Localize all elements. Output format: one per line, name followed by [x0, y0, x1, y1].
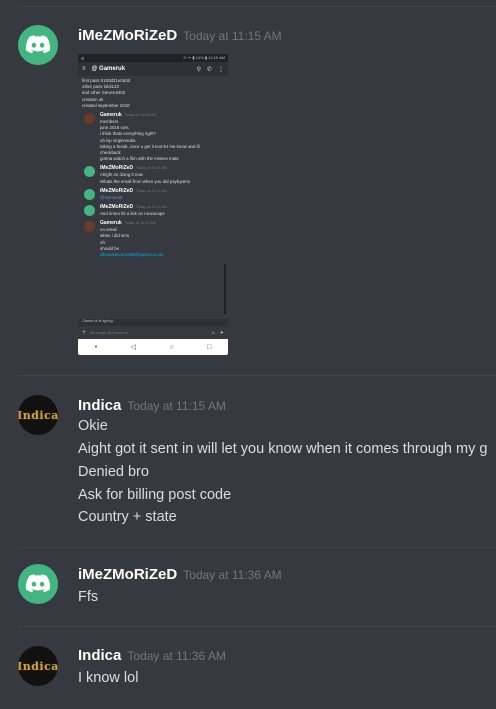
phone-post: iMeZMoRiZeD Today at 11:14 AM And imma hi… [82, 204, 224, 217]
input-placeholder: Message @Gameruk [90, 330, 128, 335]
recents-icon: □ [207, 343, 212, 351]
nav-dot-icon: • [94, 343, 98, 351]
send-icon: ➤ [219, 329, 224, 336]
phone-top-lines: first pass 0100d21e0a3d other pass lolol… [82, 78, 224, 109]
message-text: Aight got it sent in will let you know w… [78, 441, 488, 457]
username[interactable]: Indica [78, 397, 121, 414]
chat-line: created september 2010 [82, 102, 130, 108]
chat-line: And imma hit a lick on runescape [100, 211, 165, 217]
avatar[interactable] [18, 25, 58, 65]
message-header: Indica Today at 11:36 AM [78, 647, 226, 664]
scrollbar [224, 264, 226, 314]
email-link: allsoutsteven1992@yahoo.co.uk [100, 252, 164, 258]
avatar [84, 221, 95, 233]
message-divider [18, 375, 496, 376]
post-author: Gameruk Today at 10:58 AM [100, 112, 157, 119]
post-author: iMeZMoRiZeD Today at 11:14 AM [100, 204, 168, 211]
avatar [84, 188, 95, 200]
channel-name: @ Gameruk [91, 66, 126, 72]
avatar [84, 166, 95, 178]
phone-post: Gameruk Today at 10:58 AM members june 20… [82, 112, 224, 162]
indica-avatar: Indica [18, 408, 58, 422]
search-icon: ⚲ [196, 66, 201, 73]
status-icon: ⊟ [81, 55, 85, 61]
emoji-icon: ☺ [210, 329, 216, 336]
message-divider [18, 547, 496, 548]
phone-call-icon: ✆ [206, 66, 212, 73]
indica-avatar: Indica [18, 659, 58, 673]
top-divider [18, 6, 496, 7]
chat-line: gonna watch a film with the misses mate [100, 156, 179, 162]
plus-icon: + [82, 329, 87, 336]
timestamp: Today at 11:15 AM [183, 29, 282, 43]
home-icon: ○ [169, 343, 174, 351]
discord-logo-icon [25, 574, 51, 593]
username[interactable]: Indica [78, 647, 121, 664]
phone-message-input: + Message @Gameruk ☺ ➤ [78, 325, 228, 339]
phone-post: iMeZMoRiZeD Today at 11:01 AM Alright im … [82, 165, 224, 184]
timestamp: Today at 11:36 AM [127, 649, 226, 663]
more-icon: ⋮ [218, 66, 224, 73]
phone-post: Gameruk Today at 11:14 AM no email when i… [82, 220, 224, 258]
timestamp: Today at 11:36 AM [183, 568, 282, 582]
message-text: I know lol [78, 670, 139, 686]
message-header: iMeZMoRiZeD Today at 11:15 AM [78, 27, 282, 44]
timestamp: Today at 11:15 AM [127, 399, 226, 413]
discord-logo-icon [25, 35, 51, 54]
avatar [84, 205, 95, 217]
username[interactable]: iMeZMoRiZeD [78, 27, 177, 44]
avatar [84, 113, 95, 125]
back-icon: ◁ [130, 344, 136, 351]
message-header: Indica Today at 11:15 AM [78, 397, 226, 414]
post-author: iMeZMoRiZeD Today at 11:14 AM [100, 187, 168, 194]
message-header: iMeZMoRiZeD Today at 11:36 AM [78, 566, 282, 583]
message-text: Okie [78, 418, 108, 434]
mention: @Gameruk [100, 194, 123, 200]
message-divider [18, 626, 496, 627]
message-text: Ffs [78, 589, 99, 605]
phone-status-bar: ⊟ ⊙ ᯤ ▮ 14% ▮ 11:15 AM [78, 54, 228, 62]
username[interactable]: iMeZMoRiZeD [78, 566, 177, 583]
avatar[interactable] [18, 564, 58, 604]
message-text: Country + state [78, 509, 177, 525]
phone-post: iMeZMoRiZeD Today at 11:14 AM @Gameruk [82, 188, 224, 201]
menu-icon: ≡ [82, 66, 86, 72]
message-text: Denied bro [78, 464, 149, 480]
avatar[interactable]: Indica [18, 395, 58, 435]
post-author: iMeZMoRiZeD Today at 11:01 AM [100, 165, 168, 172]
android-nav-bar: • ◁ ○ □ [78, 339, 228, 355]
image-attachment[interactable]: ⊟ ⊙ ᯤ ▮ 14% ▮ 11:15 AM ≡ @ Gameruk ⚲ ✆ ⋮… [78, 54, 228, 355]
message-text: Ask for billing post code [78, 487, 232, 503]
phone-channel-header: ≡ @ Gameruk ⚲ ✆ ⋮ [78, 62, 228, 76]
avatar[interactable]: Indica [18, 646, 58, 686]
post-author: Gameruk Today at 11:14 AM [100, 220, 156, 227]
chat-line: Whats the email from when you did paybya… [100, 178, 190, 184]
status-right: ⊙ ᯤ ▮ 14% ▮ 11:15 AM [183, 55, 225, 60]
phone-chat-body: first pass 0100d21e0a3d other pass lolol… [78, 76, 228, 319]
